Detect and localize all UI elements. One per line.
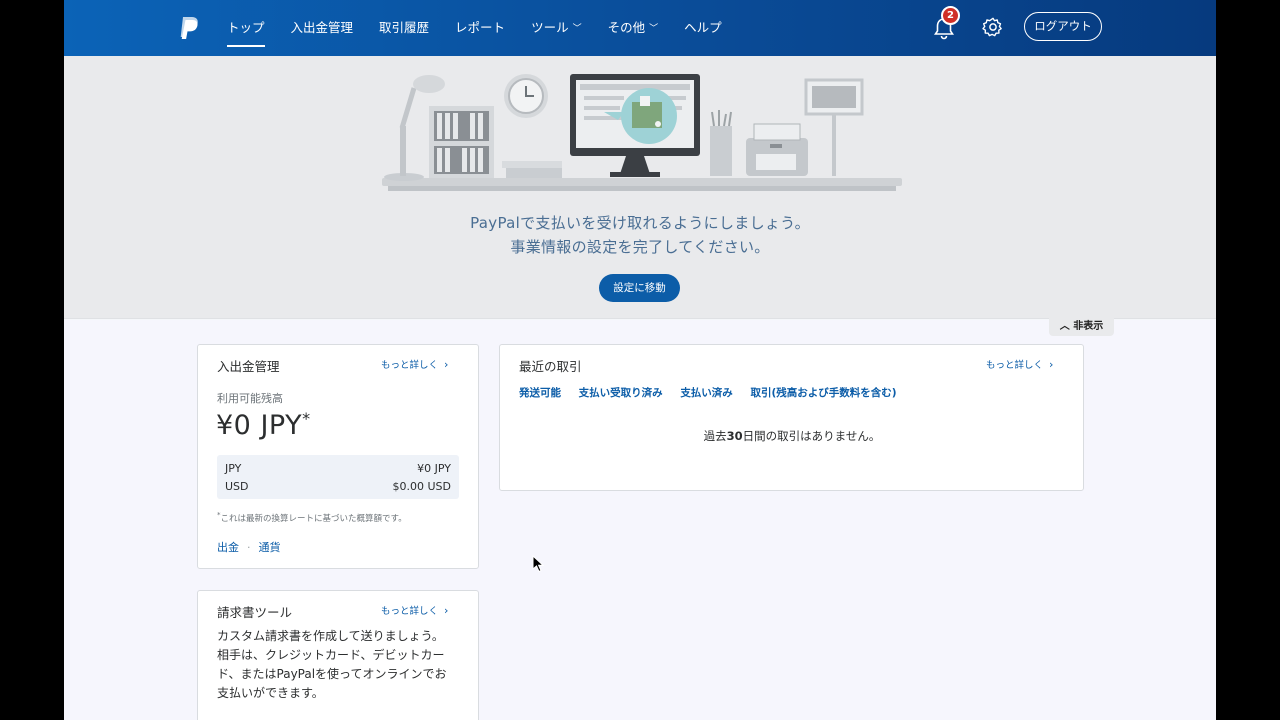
exchange-rate-footnote: *これは最新の換算レートに基づいた概算額です。 <box>217 510 407 524</box>
currency-link[interactable]: 通貨 <box>259 541 281 554</box>
balance-card: 入出金管理 もっと詳しく › 利用可能残高 ¥0 JPY* JPY ¥0 JPY … <box>197 344 479 569</box>
invoice-tool-card: 請求書ツール もっと詳しく › カスタム請求書を作成して送りましょう。相手は、クレ… <box>197 590 479 720</box>
transactions-more-link-label: もっと詳しく <box>986 360 1044 371</box>
go-to-settings-button[interactable]: 設定に移動 <box>599 274 680 302</box>
hide-banner-label: 非表示 <box>1073 321 1104 332</box>
currency-breakdown: JPY ¥0 JPY USD $0.00 USD <box>217 455 459 499</box>
top-navigation-bar: トップ 入出金管理 取引履歴 レポート ツール ﹀ その他 ﹀ ヘルプ 2 ログアウ… <box>64 0 1216 56</box>
footnote-text: これは最新の換算レートに基づいた概算額です。 <box>220 513 407 524</box>
nav-help[interactable]: ヘルプ <box>684 0 722 56</box>
filter-payments-sent[interactable]: 支払い済み <box>680 387 733 399</box>
invoice-description: カスタム請求書を作成して送りましょう。相手は、クレジットカード、デビットカード、… <box>217 629 447 700</box>
balance-amount: ¥0 JPY* <box>216 409 311 441</box>
balance-actions: 出金 · 通貨 <box>217 539 281 555</box>
office-desk-illustration <box>382 74 902 191</box>
setup-banner: PayPalで支払いを受け取れるようにしましょう。 事業情報の設定を完了してくだ… <box>64 56 1216 319</box>
nav-more[interactable]: その他 ﹀ <box>608 0 659 56</box>
empty-suffix: 日間の取引はありません。 <box>742 429 881 443</box>
balance-more-link[interactable]: もっと詳しく › <box>381 357 448 371</box>
filter-all-transactions[interactable]: 取引(残高および手数料を含む) <box>750 387 896 399</box>
empty-days: 30 <box>726 429 743 443</box>
chevron-up-icon: ︿ <box>1059 321 1070 332</box>
currency-value: $0.00 USD <box>392 479 452 493</box>
invoice-more-link-label: もっと詳しく <box>381 606 439 617</box>
transaction-filters: 発送可能 支払い受取り済み 支払い済み 取引(残高および手数料を含む) <box>519 385 911 400</box>
currency-code: USD <box>225 479 249 493</box>
setup-message: PayPalで支払いを受け取れるようにしましょう。 事業情報の設定を完了してくだ… <box>64 211 1216 259</box>
currency-value: ¥0 JPY <box>417 461 451 475</box>
nav-reports-label: レポート <box>455 20 506 35</box>
nav-help-label: ヘルプ <box>684 20 722 35</box>
nav-money-label: 入出金管理 <box>290 20 354 35</box>
mouse-cursor-icon <box>532 555 544 573</box>
balance-amount-value: ¥0 JPY <box>216 410 303 441</box>
nav-activity[interactable]: 取引履歴 <box>379 0 429 56</box>
balance-amount-mark: * <box>302 409 311 428</box>
filter-payments-received[interactable]: 支払い受取り済み <box>579 387 663 399</box>
available-balance-label: 利用可能残高 <box>217 392 283 405</box>
paypal-logo-icon[interactable] <box>178 16 200 40</box>
invoice-more-link[interactable]: もっと詳しく › <box>381 603 448 617</box>
currency-row-usd: USD $0.00 USD <box>225 477 451 495</box>
nav-top[interactable]: トップ <box>227 0 265 56</box>
currency-code: JPY <box>225 461 242 475</box>
nav-tools[interactable]: ツール ﹀ <box>531 0 582 56</box>
separator-dot: · <box>247 541 251 554</box>
nav-top-label: トップ <box>227 20 265 35</box>
setup-message-line1: PayPalで支払いを受け取れるようにしましょう。 <box>470 214 810 232</box>
hide-banner-button[interactable]: ︿ 非表示 <box>1049 318 1114 336</box>
setup-message-line2: 事業情報の設定を完了してください。 <box>510 238 770 256</box>
notification-badge: 2 <box>941 6 960 25</box>
withdraw-link[interactable]: 出金 <box>217 541 239 554</box>
nav-money[interactable]: 入出金管理 <box>291 0 354 56</box>
nav-more-label: その他 <box>607 20 646 35</box>
transactions-more-link[interactable]: もっと詳しく › <box>986 357 1053 371</box>
invoice-card-title: 請求書ツール <box>217 605 293 620</box>
logout-button[interactable]: ログアウト <box>1024 12 1102 41</box>
main-nav: トップ 入出金管理 取引履歴 レポート ツール ﹀ その他 ﹀ ヘルプ <box>227 0 748 56</box>
nav-reports[interactable]: レポート <box>455 0 505 56</box>
chevron-right-icon: › <box>1049 358 1054 371</box>
nav-tools-label: ツール <box>531 20 569 35</box>
recent-transactions-card: 最近の取引 もっと詳しく › 発送可能 支払い受取り済み 支払い済み 取引(残高お… <box>499 344 1084 491</box>
transactions-card-title: 最近の取引 <box>519 359 582 374</box>
gear-icon[interactable] <box>982 16 1004 38</box>
chevron-right-icon: › <box>444 358 449 371</box>
no-transactions-message: 過去30日間の取引はありません。 <box>500 428 1084 444</box>
chevron-right-icon: › <box>444 604 449 617</box>
currency-row-jpy: JPY ¥0 JPY <box>225 459 451 477</box>
balance-card-title: 入出金管理 <box>217 359 280 374</box>
nav-activity-label: 取引履歴 <box>379 20 430 35</box>
chevron-down-icon: ﹀ <box>572 24 582 34</box>
paypal-dashboard: トップ 入出金管理 取引履歴 レポート ツール ﹀ その他 ﹀ ヘルプ 2 ログアウ… <box>64 0 1216 720</box>
filter-ready-to-ship[interactable]: 発送可能 <box>519 387 561 399</box>
empty-prefix: 過去 <box>703 429 727 443</box>
chevron-down-icon: ﹀ <box>649 24 659 34</box>
balance-more-link-label: もっと詳しく <box>381 360 439 371</box>
